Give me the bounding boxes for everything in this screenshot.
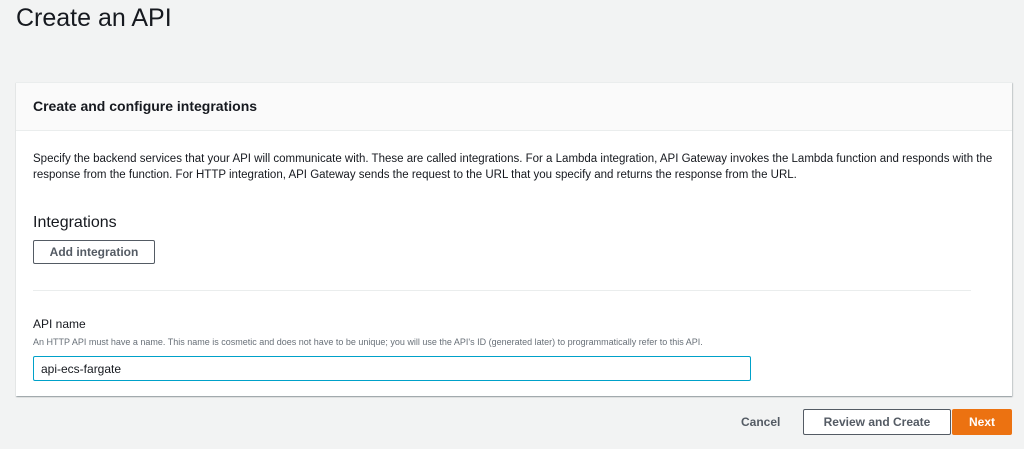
cancel-button[interactable]: Cancel — [741, 415, 780, 429]
add-integration-button[interactable]: Add integration — [33, 240, 155, 264]
next-button[interactable]: Next — [952, 409, 1012, 435]
api-name-label: API name — [33, 317, 86, 331]
integrations-card: Create and configure integrations Specif… — [16, 82, 1012, 396]
page-title: Create an API — [16, 4, 172, 32]
card-description: Specify the backend services that your A… — [33, 153, 993, 181]
api-name-input[interactable] — [33, 356, 751, 381]
integrations-heading: Integrations — [33, 214, 117, 231]
api-name-help: An HTTP API must have a name. This name … — [33, 337, 703, 347]
review-and-create-button[interactable]: Review and Create — [803, 409, 951, 435]
divider — [33, 290, 971, 291]
card-header: Create and configure integrations — [16, 83, 1012, 131]
